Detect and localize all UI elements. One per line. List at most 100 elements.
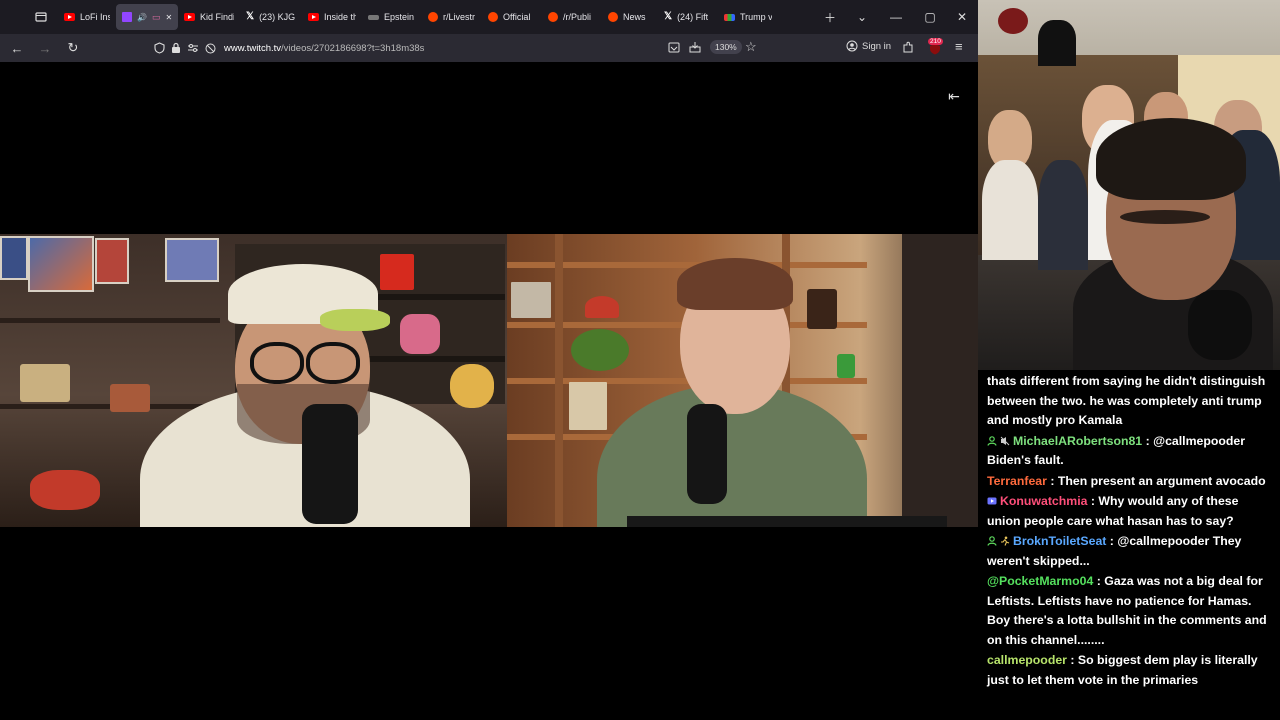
browser-tab[interactable]: Inside th: [302, 4, 362, 30]
permissions-icon: [188, 44, 198, 52]
reddit-icon: [548, 12, 558, 22]
x-icon: 𝕏: [664, 11, 673, 22]
extension-badge-count: 210: [928, 38, 943, 45]
reload-icon: ↻: [67, 40, 79, 55]
reader-view-icon[interactable]: [668, 42, 680, 53]
tab-bar: LoFi Insi 🔊 ▭ ✕ Kid Findi 𝕏 (23) KJG Inside th E…: [0, 0, 978, 34]
x-icon: 𝕏: [246, 11, 255, 22]
video-badge-icon: [987, 493, 997, 505]
chat-username: MichaelARobertson81: [1013, 433, 1143, 448]
person-badge-icon: [987, 433, 997, 446]
browser-tab[interactable]: Trump v: [718, 4, 778, 30]
browser-tab[interactable]: Epstein: [362, 4, 422, 30]
chat-separator: :: [1046, 473, 1058, 488]
close-tab-icon[interactable]: ✕: [165, 13, 172, 22]
twitch-icon: [122, 12, 132, 22]
chat-message-text: Then present an argument avocado: [1057, 473, 1266, 488]
hamburger-menu-icon[interactable]: ≡: [955, 39, 963, 54]
new-tab-button[interactable]: ＋: [814, 0, 846, 34]
browser-tab[interactable]: /r/Publi: [542, 4, 602, 30]
reddit-icon: [608, 12, 618, 22]
chat-message: BroknToiletSeat : @callmepooder They wer…: [987, 532, 1274, 571]
chat-username: Terranfear: [987, 473, 1047, 488]
chat-separator: :: [1087, 494, 1099, 508]
browser-tab-label: News: [623, 12, 646, 22]
browser-tab[interactable]: r/Livestr: [422, 4, 482, 30]
chat-message-text: thats different from saying he didn't di…: [987, 374, 1266, 427]
shield-icon: [154, 42, 165, 54]
chat-separator: :: [1142, 433, 1154, 448]
browser-tab[interactable]: 𝕏 (23) KJG: [240, 4, 302, 30]
browser-tab-label: r/Livestr: [443, 12, 476, 22]
reload-button[interactable]: ↻: [60, 35, 86, 61]
browser-tab-label: Epstein: [384, 12, 415, 22]
chat-overlay: thats different from saying he didn't di…: [978, 370, 1280, 720]
browser-window: LoFi Insi 🔊 ▭ ✕ Kid Findi 𝕏 (23) KJG Inside th E…: [0, 0, 978, 720]
lock-icon: [172, 42, 180, 53]
tab-list-button[interactable]: [30, 6, 52, 28]
browser-tab-label: Kid Findi: [200, 12, 234, 22]
autoplay-blocked-icon: [205, 43, 216, 53]
browser-tab-label: (23) KJG: [259, 12, 296, 22]
url-host: www.twitch.tv: [224, 42, 282, 54]
forward-arrow-icon: →: [38, 40, 52, 56]
chat-message: @PocketMarmo04 : Gaza was not a big deal…: [987, 572, 1274, 650]
youtube-icon: [308, 13, 319, 21]
browser-tab-label: /r/Publi: [563, 12, 592, 22]
chat-separator: :: [1093, 574, 1105, 588]
browser-tab[interactable]: Official: [482, 4, 542, 30]
collapse-chat-icon[interactable]: ⇤: [944, 88, 964, 104]
url-path: /videos/2702186698?t=3h18m38s: [281, 42, 425, 54]
youtube-icon: [64, 13, 75, 21]
browser-tab-label: LoFi Insi: [80, 12, 110, 22]
sign-in-button[interactable]: Sign in: [846, 40, 891, 52]
forward-button[interactable]: →: [32, 35, 58, 61]
chat-message: callmepooder : So biggest dem play is li…: [987, 651, 1274, 690]
speaker-icon[interactable]: 🔊: [137, 13, 147, 22]
bookmark-star-icon[interactable]: ☆: [745, 39, 757, 55]
news-icon: [724, 13, 735, 21]
chat-message: MichaelARobertson81 : @callmepooder Bide…: [987, 432, 1274, 471]
browser-tab-label: Official: [503, 12, 531, 22]
close-window-button[interactable]: ✕: [946, 0, 978, 34]
browser-tab[interactable]: 𝕏 (24) Fift: [658, 4, 718, 30]
navigation-bar: ← → ↻ www.twitch.tv/videos/2702186698?t=…: [0, 34, 978, 62]
back-button[interactable]: ←: [4, 35, 30, 61]
browser-tab[interactable]: Kid Findi: [178, 4, 240, 30]
maximize-button[interactable]: ▢: [914, 0, 946, 34]
video-frame[interactable]: [0, 234, 978, 527]
browser-tab[interactable]: 🔊 ▭ ✕: [116, 4, 178, 30]
browser-tab[interactable]: News: [602, 4, 658, 30]
extensions-puzzle-icon[interactable]: [902, 41, 914, 54]
tab-overflow-button[interactable]: ⌄: [846, 0, 878, 34]
tab-strip: LoFi Insi 🔊 ▭ ✕ Kid Findi 𝕏 (23) KJG Inside th E…: [58, 4, 778, 30]
reddit-icon: [488, 12, 498, 22]
reddit-icon: [428, 12, 438, 22]
streamer-overlay: thats different from saying he didn't di…: [978, 0, 1280, 720]
back-arrow-icon: ←: [10, 40, 24, 56]
browser-tab-label: Trump v: [740, 12, 772, 22]
chat-username: @PocketMarmo04: [987, 574, 1094, 588]
chat-separator: :: [1106, 534, 1118, 548]
chat-separator: :: [1066, 653, 1078, 667]
chat-message: thats different from saying he didn't di…: [987, 372, 1274, 431]
minimize-button[interactable]: —: [878, 0, 914, 34]
noaudio-badge-icon: [1000, 433, 1010, 445]
zoom-level-button[interactable]: 130%: [710, 40, 742, 54]
left-camera-feed: [0, 234, 507, 527]
save-to-pocket-icon[interactable]: [689, 41, 701, 53]
browser-tab[interactable]: LoFi Insi: [58, 4, 116, 30]
streamer-webcam: [978, 0, 1280, 370]
chat-username: callmepooder: [987, 653, 1067, 667]
chat-username: Konuwatchmia: [1000, 494, 1088, 508]
browser-tab-label: Inside th: [324, 12, 356, 22]
browser-tab-label: (24) Fift: [677, 12, 709, 22]
runner-badge-icon: [1000, 533, 1010, 546]
chat-message: Terranfear : Then present an argument av…: [987, 472, 1274, 492]
right-camera-feed: [507, 234, 978, 527]
epstein-icon: [368, 14, 379, 20]
person-badge-icon: [987, 533, 997, 546]
picture-in-picture-icon[interactable]: ▭: [152, 12, 161, 23]
twitch-video-player[interactable]: ⇤: [0, 62, 978, 720]
chat-username: BroknToiletSeat: [1013, 534, 1107, 548]
